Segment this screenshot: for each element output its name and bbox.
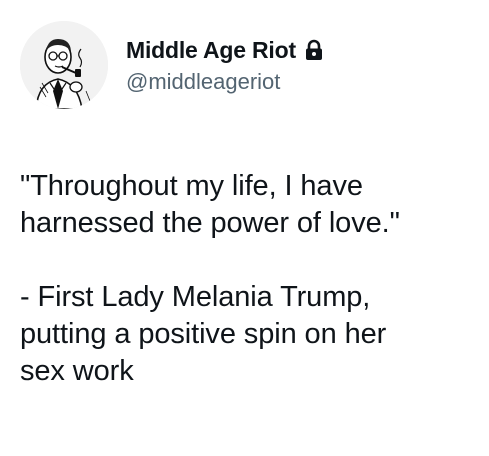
display-name-row: Middle Age Riot: [126, 35, 324, 65]
tweet-text: "Throughout my life, I have harnessed th…: [20, 170, 400, 387]
man-with-pipe-avatar-icon: [20, 21, 108, 109]
author-names: Middle Age Riot @middleageriot: [126, 35, 324, 95]
lock-icon: [304, 39, 324, 61]
avatar[interactable]: [20, 21, 108, 109]
tweet-card: Middle Age Riot @middleageriot "Througho…: [0, 0, 489, 456]
tweet-header: Middle Age Riot @middleageriot: [20, 21, 324, 109]
display-name[interactable]: Middle Age Riot: [126, 37, 296, 64]
user-handle[interactable]: @middleageriot: [126, 69, 324, 95]
